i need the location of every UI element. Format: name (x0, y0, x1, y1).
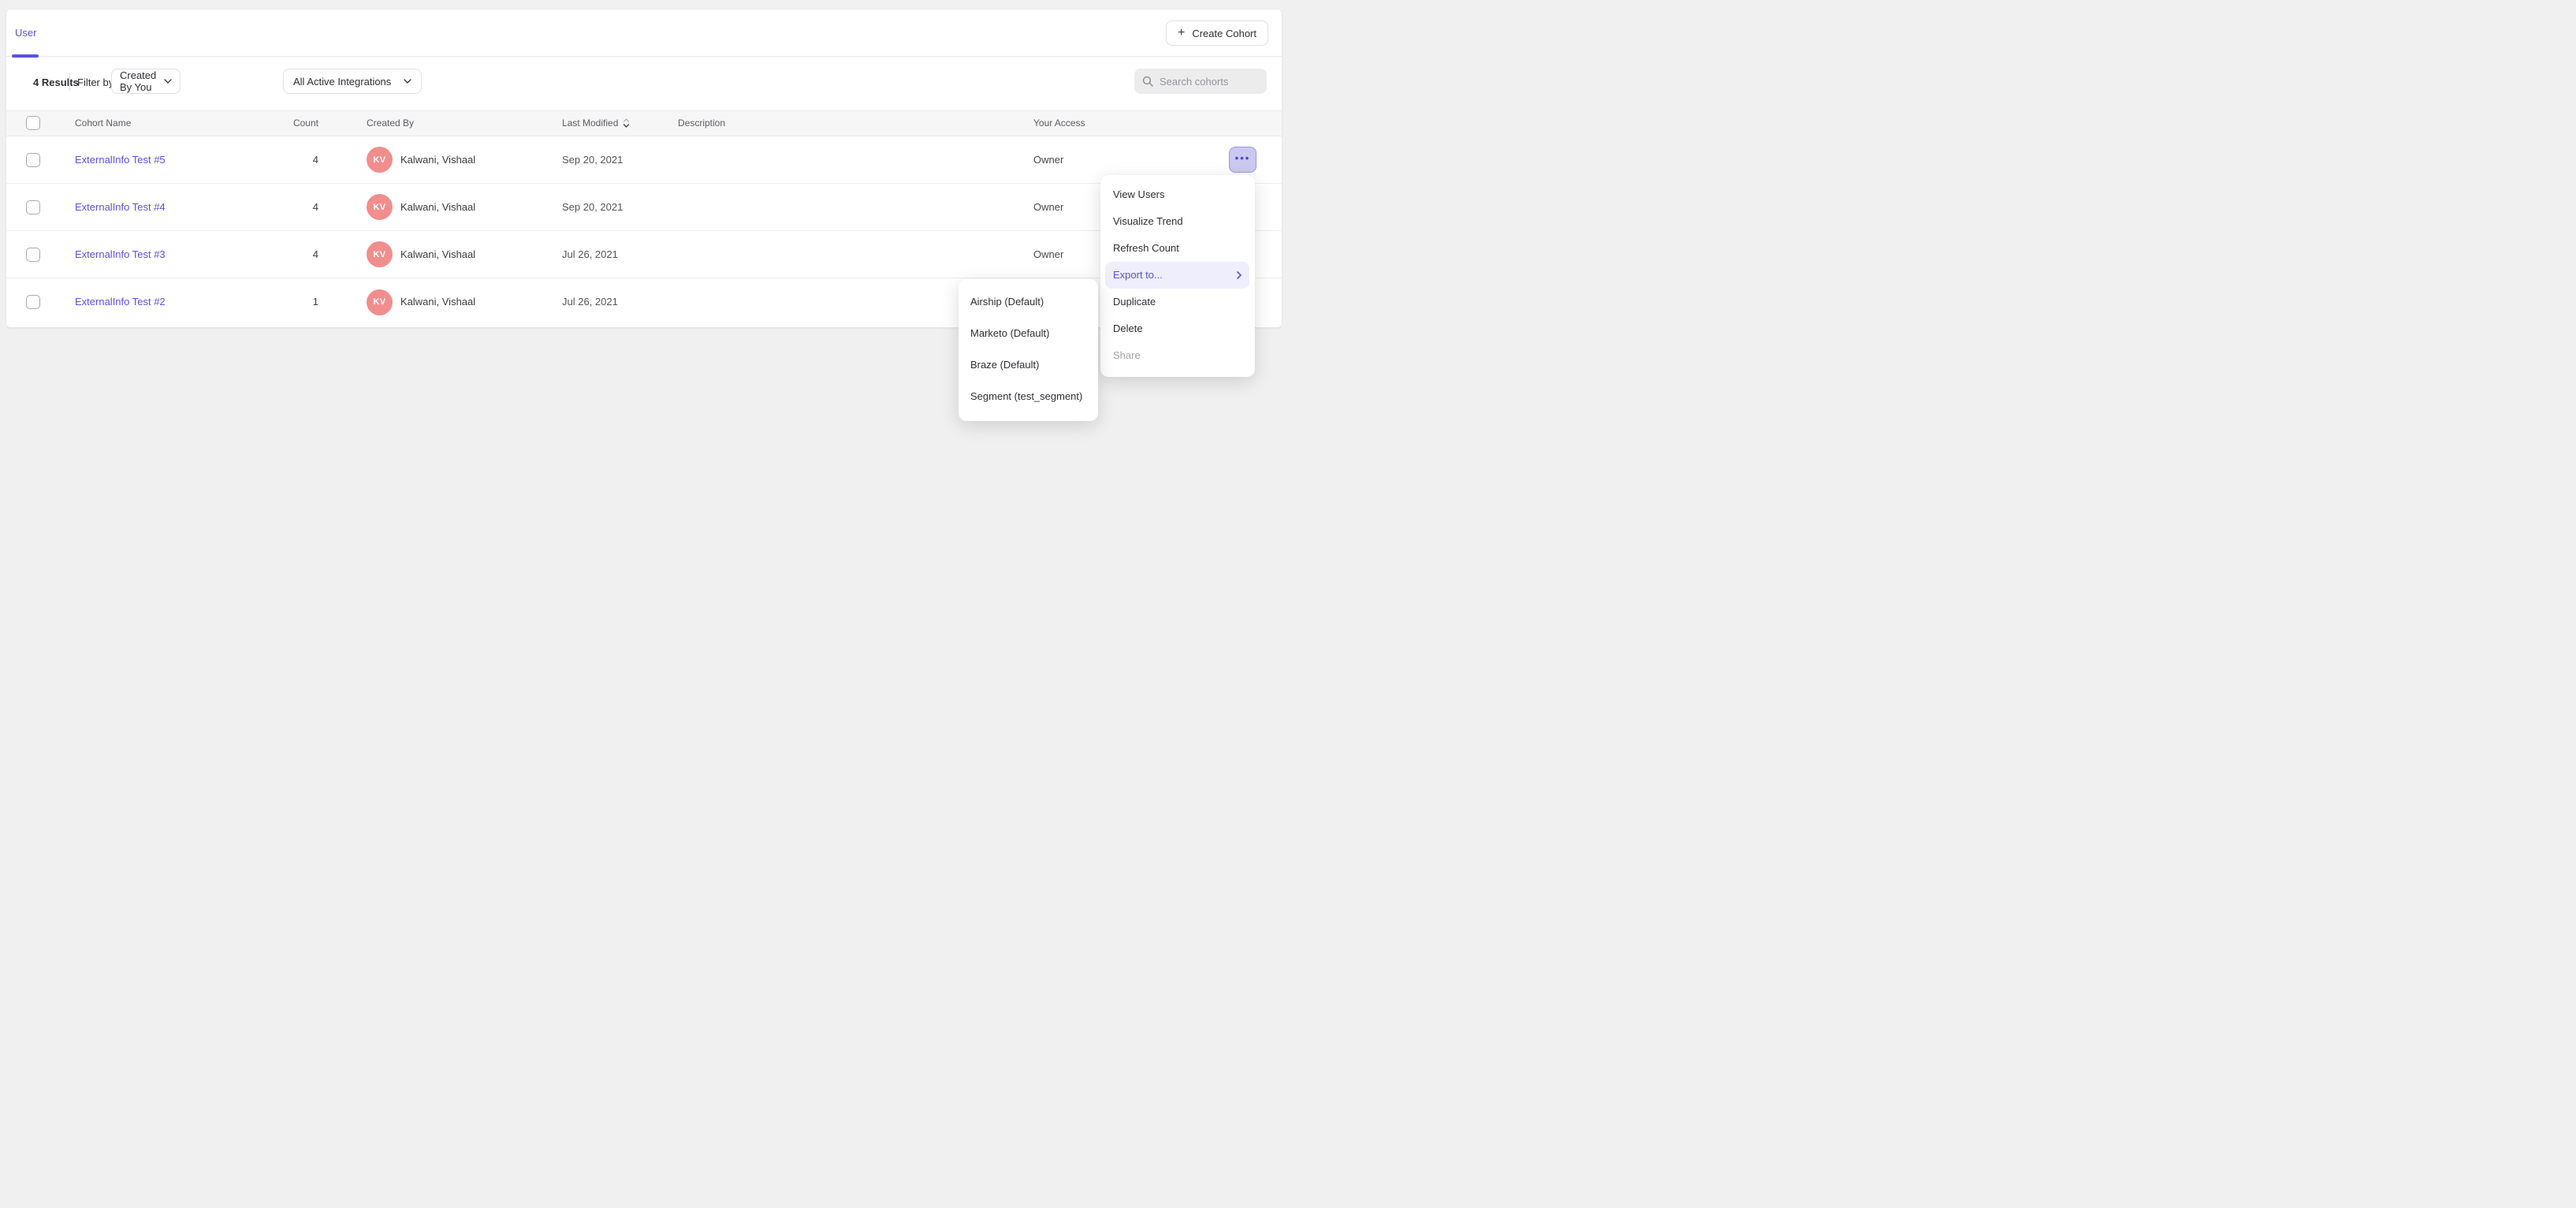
avatar: KV (367, 241, 393, 267)
creator-name: Kalwani, Vishaal (400, 231, 475, 278)
chevron-down-icon (404, 79, 411, 84)
tab-bar: User + Create Cohort (6, 9, 1282, 57)
filter-by-label: Filter by (77, 76, 114, 88)
cohort-name-link[interactable]: ExternalInfo Test #2 (75, 296, 166, 308)
more-icon: ••• (1235, 153, 1251, 163)
row-checkbox[interactable] (26, 295, 40, 309)
last-modified-value: Jul 26, 2021 (562, 278, 618, 326)
tab-user[interactable]: User (12, 9, 39, 57)
created-by-dropdown-value: Created By You (120, 69, 158, 93)
row-checkbox[interactable] (26, 248, 40, 262)
submenu-item-airship[interactable]: Airship (Default) (959, 286, 1098, 318)
row-checkbox[interactable] (26, 153, 40, 167)
creator-name: Kalwani, Vishaal (400, 278, 475, 326)
submenu-item-braze[interactable]: Braze (Default) (959, 349, 1098, 381)
toolbar-divider (69, 73, 70, 91)
cohort-name-link[interactable]: ExternalInfo Test #3 (75, 248, 166, 260)
search-input[interactable] (1160, 76, 1254, 88)
chevron-right-icon (1237, 271, 1241, 279)
search-icon (1142, 76, 1153, 87)
context-menu: View Users Visualize Trend Refresh Count… (1100, 175, 1255, 377)
table-row: ExternalInfo Test #4 4 KV Kalwani, Vishaa… (6, 184, 1282, 231)
results-count: 4 Results (33, 76, 79, 88)
menu-item-refresh-count[interactable]: Refresh Count (1100, 235, 1255, 262)
cohort-name-link[interactable]: ExternalInfo Test #4 (75, 201, 166, 213)
row-checkbox[interactable] (26, 200, 40, 214)
column-your-access: Your Access (1033, 111, 1085, 136)
column-created-by: Created By (367, 111, 414, 136)
submenu-item-segment[interactable]: Segment (test_segment) (959, 381, 1098, 412)
avatar: KV (367, 194, 393, 220)
plus-icon: + (1178, 27, 1185, 39)
menu-item-view-users[interactable]: View Users (1100, 181, 1255, 208)
column-count: Count (243, 111, 318, 136)
more-actions-button[interactable]: ••• (1229, 147, 1256, 173)
select-all-checkbox[interactable] (26, 116, 40, 130)
menu-item-duplicate[interactable]: Duplicate (1100, 289, 1255, 315)
avatar: KV (367, 289, 393, 315)
filter-toolbar: 4 Results Filter by Created By You All A… (6, 58, 1282, 110)
integrations-dropdown-value: All Active Integrations (293, 76, 391, 88)
cohort-count: 4 (243, 231, 318, 278)
export-submenu: Airship (Default) Marketo (Default) Braz… (959, 279, 1098, 421)
access-value: Owner (1033, 184, 1063, 230)
chevron-down-icon (164, 79, 172, 84)
avatar: KV (367, 147, 393, 173)
menu-item-export-to[interactable]: Export to... (1105, 262, 1249, 289)
menu-item-share: Share (1100, 342, 1255, 369)
table-row: ExternalInfo Test #5 4 KV Kalwani, Vishaa… (6, 136, 1282, 184)
last-modified-value: Jul 26, 2021 (562, 231, 618, 278)
integrations-dropdown[interactable]: All Active Integrations (283, 69, 422, 94)
table-row: ExternalInfo Test #3 4 KV Kalwani, Vishaa… (6, 231, 1282, 278)
cohort-count: 4 (243, 136, 318, 183)
creator-name: Kalwani, Vishaal (400, 136, 475, 184)
cohorts-page: User + Create Cohort 4 Results Filter by… (0, 0, 1288, 604)
cohort-count: 1 (243, 278, 318, 326)
last-modified-value: Sep 20, 2021 (562, 184, 623, 230)
creator-name: Kalwani, Vishaal (400, 184, 475, 231)
last-modified-value: Sep 20, 2021 (562, 136, 623, 183)
menu-item-visualize-trend[interactable]: Visualize Trend (1100, 208, 1255, 235)
search-box[interactable] (1134, 69, 1267, 94)
table-header: Cohort Name Count Created By Last Modifi… (6, 110, 1282, 136)
create-cohort-button[interactable]: + Create Cohort (1166, 21, 1268, 46)
column-cohort-name: Cohort Name (75, 111, 131, 136)
column-last-modified[interactable]: Last Modified (562, 111, 630, 136)
access-value: Owner (1033, 231, 1063, 278)
sort-icon[interactable] (623, 118, 630, 128)
create-cohort-label: Create Cohort (1192, 28, 1256, 39)
column-description: Description (678, 111, 725, 136)
cohort-name-link[interactable]: ExternalInfo Test #5 (75, 154, 166, 166)
access-value: Owner (1033, 136, 1063, 183)
submenu-item-marketo[interactable]: Marketo (Default) (959, 318, 1098, 349)
menu-item-delete[interactable]: Delete (1100, 315, 1255, 342)
created-by-dropdown[interactable]: Created By You (111, 69, 181, 94)
cohort-count: 4 (243, 184, 318, 230)
